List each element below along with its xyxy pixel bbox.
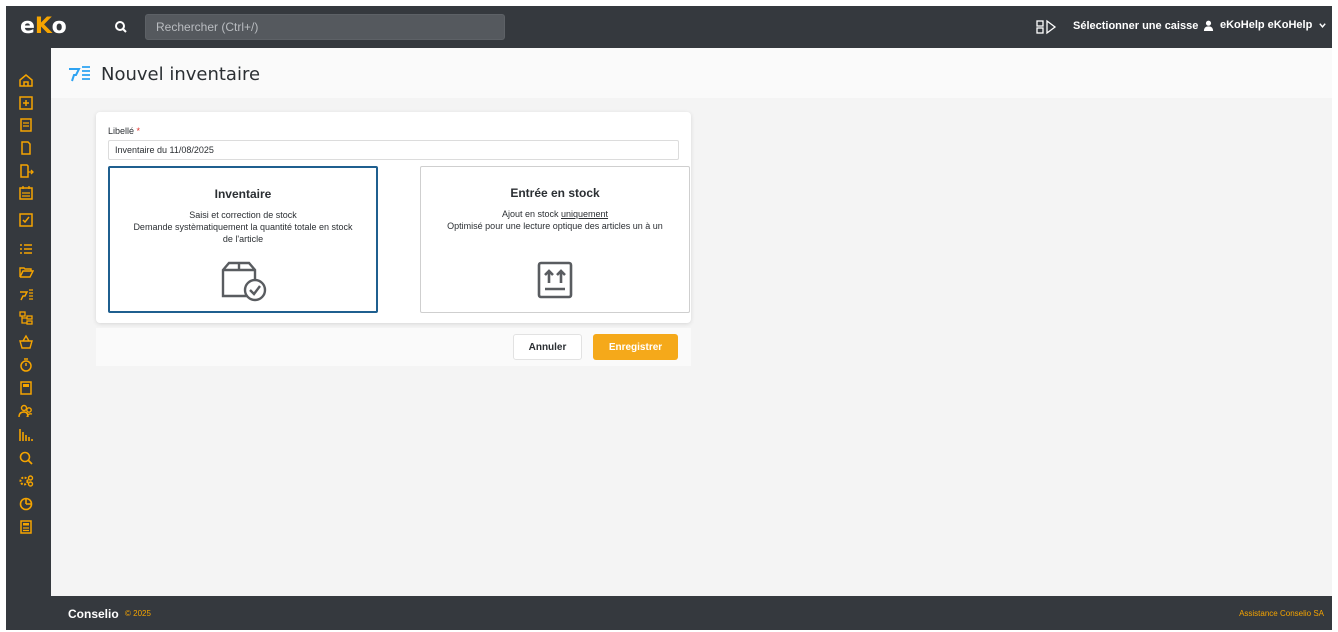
document-export-icon[interactable]: [18, 163, 34, 179]
home-icon[interactable]: [18, 72, 34, 88]
calculator-icon[interactable]: [18, 519, 34, 535]
option-title: Inventaire: [214, 187, 272, 201]
list-icon[interactable]: [18, 241, 34, 257]
label-input[interactable]: [108, 140, 679, 160]
page-title: Nouvel inventaire: [101, 64, 261, 85]
user-icon: [1203, 20, 1214, 31]
scanner-icon[interactable]: [18, 287, 34, 303]
pos-terminal-icon[interactable]: [18, 380, 34, 396]
basket-icon[interactable]: [18, 334, 34, 350]
page-header: Nouvel inventaire: [51, 48, 1332, 98]
save-button[interactable]: Enregistrer: [593, 334, 678, 360]
document-icon[interactable]: [18, 140, 34, 156]
option-inventory[interactable]: Inventaire Saisi et correction de stock …: [108, 166, 378, 313]
option-line: Ajout en stock uniquement: [441, 208, 669, 220]
copyright: © 2025: [125, 609, 151, 618]
top-bar: eKo Rechercher (Ctrl+/) Sélectionner une…: [6, 6, 1332, 48]
user-name: eKoHelp eKoHelp: [1220, 19, 1313, 31]
option-description: Saisi et correction de stock Demande sys…: [110, 209, 376, 245]
option-line: Optimisé pour une lecture optique des ar…: [447, 221, 663, 231]
select-register-button[interactable]: Sélectionner une caisse: [1073, 20, 1198, 32]
cash-register-icon[interactable]: [1036, 19, 1058, 35]
pie-chart-icon[interactable]: [18, 496, 34, 512]
folder-open-icon[interactable]: [18, 264, 34, 280]
required-mark: *: [136, 126, 141, 136]
receipt-icon[interactable]: [18, 117, 34, 133]
timer-icon[interactable]: [18, 357, 34, 373]
hierarchy-icon[interactable]: [18, 310, 34, 326]
box-check-icon: [219, 260, 267, 302]
bar-chart-icon[interactable]: [18, 427, 34, 443]
footer-brand: Conselio: [68, 607, 119, 621]
option-description: Ajout en stock uniquement Optimisé pour …: [421, 208, 689, 232]
search-icon[interactable]: [112, 18, 130, 36]
user-menu[interactable]: eKoHelp eKoHelp: [1203, 19, 1327, 31]
chevron-down-icon: [1319, 22, 1327, 28]
option-stock-entry[interactable]: Entrée en stock Ajout en stock uniquemen…: [420, 166, 690, 313]
form-actions: Annuler Enregistrer: [96, 328, 691, 366]
users-icon[interactable]: [18, 403, 34, 419]
option-line: Demande systèmatiquement la quantité tot…: [133, 222, 353, 244]
sidebar: [6, 48, 51, 596]
footer: Conselio © 2025 Assistance Conselio SA: [6, 596, 1332, 630]
app-window: eKo Rechercher (Ctrl+/) Sélectionner une…: [6, 6, 1332, 630]
option-line: Saisi et correction de stock: [189, 210, 297, 220]
assistance-link[interactable]: Assistance Conselio SA: [1239, 609, 1324, 618]
plus-square-icon[interactable]: [18, 95, 34, 111]
scanner-icon: [68, 64, 92, 84]
cancel-button[interactable]: Annuler: [513, 334, 582, 360]
search-icon[interactable]: [18, 450, 34, 466]
calendar-icon[interactable]: [18, 185, 34, 201]
option-line-prefix: Ajout en stock: [501, 209, 561, 219]
app-logo[interactable]: eKo: [20, 14, 67, 39]
field-label-text: Libellé: [108, 126, 135, 136]
label-field-label: Libellé *: [108, 126, 140, 136]
settings-icon[interactable]: [18, 473, 34, 489]
stock-in-icon: [531, 259, 579, 301]
inventory-form-card: Libellé * Inventaire Saisi et correction…: [96, 112, 691, 323]
checklist-icon[interactable]: [18, 212, 34, 228]
option-title: Entrée en stock: [510, 186, 600, 200]
option-line-emphasis: uniquement: [561, 209, 609, 219]
search-input[interactable]: Rechercher (Ctrl+/): [145, 14, 505, 40]
